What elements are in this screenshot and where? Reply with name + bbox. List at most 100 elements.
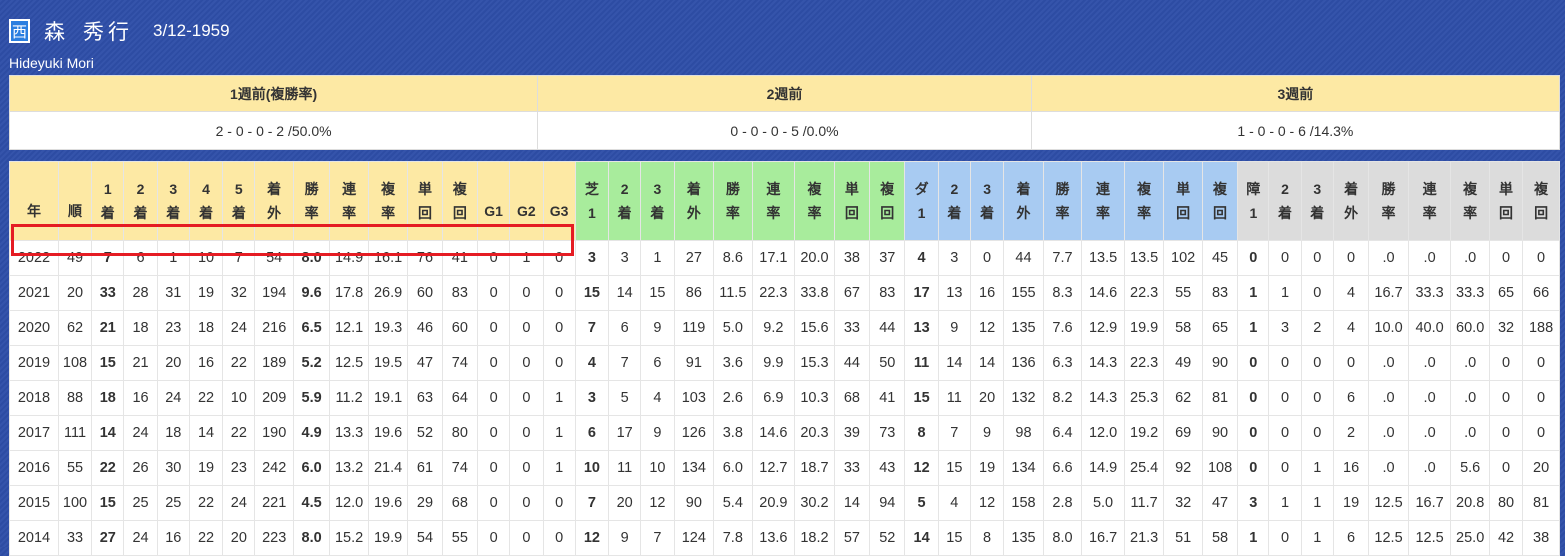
table-cell: 7: [574, 485, 610, 521]
table-cell: 0: [477, 520, 511, 556]
table-cell: 44: [869, 310, 906, 346]
stats-column-header: 着外: [1332, 161, 1370, 241]
stats-column-header: 連率: [329, 161, 369, 241]
header-line-1: 芝: [584, 181, 599, 197]
table-cell: 14.9: [1081, 450, 1125, 486]
jockey-family-name: 森: [44, 20, 69, 44]
table-cell: 0: [1522, 415, 1560, 451]
header-line-2: 1: [588, 205, 596, 221]
table-cell: 0: [1268, 450, 1302, 486]
table-cell: 24: [156, 380, 190, 416]
table-cell: 14: [904, 520, 939, 556]
table-cell: 4.5: [292, 485, 331, 521]
stats-column-header: 芝1: [574, 161, 610, 241]
table-cell: .0: [1450, 345, 1490, 381]
table-cell: 51: [1163, 520, 1203, 556]
table-cell: 26.9: [367, 275, 409, 311]
header-line-2: 回: [1213, 205, 1228, 221]
header-line-2: 率: [1463, 205, 1478, 221]
table-cell: 57: [833, 520, 871, 556]
stats-column-header: 2着: [123, 161, 158, 241]
table-cell: 19.5: [367, 345, 409, 381]
table-cell: 22: [188, 520, 224, 556]
header-line-1: G3: [549, 203, 569, 219]
table-cell: 11: [904, 345, 939, 381]
header-line-2: 回: [844, 205, 859, 221]
table-cell: 12: [904, 450, 939, 486]
table-cell: 7: [91, 240, 125, 276]
table-cell: 25.4: [1123, 450, 1165, 486]
header-line-2: 率: [1096, 205, 1111, 221]
table-cell: 9: [640, 415, 675, 451]
table-cell: 0: [1332, 345, 1370, 381]
yearly-stats-table: 年順 1 着 2 着 3 着 4 着 5 着着外勝率連率複率単回複回 G1 G2 G3 芝 1 2 着 3 着着外勝率…: [9, 161, 1560, 556]
header-line-1: 勝: [304, 181, 319, 197]
header-line-2: 率: [381, 205, 396, 221]
header-line-1: 複: [452, 181, 467, 197]
table-cell: .0: [1368, 415, 1409, 451]
header-line-1: 着: [1344, 181, 1359, 197]
table-cell: 0: [1488, 415, 1524, 451]
stats-column-header: 複回: [1522, 161, 1560, 241]
stats-column-header: 3着: [640, 161, 675, 241]
table-cell: 45: [1201, 240, 1239, 276]
table-cell: 0: [509, 520, 544, 556]
table-cell: 14: [188, 415, 224, 451]
stats-column-header: 複率: [367, 161, 409, 241]
table-cell: 0: [509, 415, 544, 451]
table-cell: 98: [1003, 415, 1044, 451]
table-cell: 0: [1332, 240, 1370, 276]
table-cell: 16: [1332, 450, 1370, 486]
table-cell: 19: [188, 450, 224, 486]
table-cell: 1: [542, 450, 576, 486]
header-line-1: 単: [417, 181, 432, 197]
table-row: 2017 111 14 24 18 14 22 190 4.9 13.3 19.6 52 80 0 0 1 6 1…: [9, 415, 1560, 451]
table-cell: 1: [640, 240, 675, 276]
table-cell: 15: [937, 520, 971, 556]
table-cell: 16.7: [1081, 520, 1125, 556]
table-cell: 19.1: [367, 380, 409, 416]
table-cell: 2021: [9, 275, 59, 311]
header-line-2: 率: [304, 205, 319, 221]
table-cell: 88: [57, 380, 93, 416]
table-cell: 0: [477, 310, 511, 346]
table-cell: 0: [477, 485, 511, 521]
table-cell: 16.1: [367, 240, 409, 276]
table-cell: 55: [1163, 275, 1203, 311]
stats-column-header: 連率: [1081, 161, 1125, 241]
header-line-2: 1: [1249, 205, 1258, 221]
header-line-2: 率: [766, 205, 781, 221]
table-cell: 41: [441, 240, 479, 276]
affiliation-badge: 西: [9, 19, 30, 43]
table-cell: 3: [1237, 485, 1270, 521]
table-cell: 0: [1488, 240, 1524, 276]
table-cell: 17: [608, 415, 642, 451]
table-cell: 14.6: [751, 415, 796, 451]
table-cell: 2.8: [1042, 485, 1083, 521]
table-cell: 21: [123, 345, 158, 381]
table-cell: 52: [407, 415, 443, 451]
table-cell: 7: [640, 520, 675, 556]
table-cell: 60.0: [1450, 310, 1490, 346]
header-line-2: 率: [725, 205, 740, 221]
table-cell: 19.6: [367, 485, 409, 521]
table-cell: 7.6: [1042, 310, 1083, 346]
header-line-1: 順: [68, 203, 83, 219]
table-cell: 1: [1268, 275, 1302, 311]
table-cell: 38: [1522, 520, 1560, 556]
table-cell: 1: [1237, 275, 1270, 311]
table-cell: 58: [1163, 310, 1203, 346]
header-line-1: 4: [202, 181, 210, 197]
table-cell: 30.2: [794, 485, 835, 521]
table-cell: 17: [904, 275, 939, 311]
table-cell: 108: [57, 345, 93, 381]
table-cell: 25: [156, 485, 190, 521]
table-cell: 2.6: [713, 380, 753, 416]
header-line-2: 着: [650, 205, 665, 221]
stats-body: 2022 49 7 6 1 10 7 54 8.0 14.9 16.1 76 41 0 1 0 3 3 1 27 8.6…: [9, 240, 1560, 556]
table-cell: 0: [1237, 450, 1270, 486]
table-cell: 9: [969, 415, 1005, 451]
table-cell: 194: [254, 275, 294, 311]
table-cell: 5.2: [292, 345, 331, 381]
table-cell: 119: [673, 310, 715, 346]
